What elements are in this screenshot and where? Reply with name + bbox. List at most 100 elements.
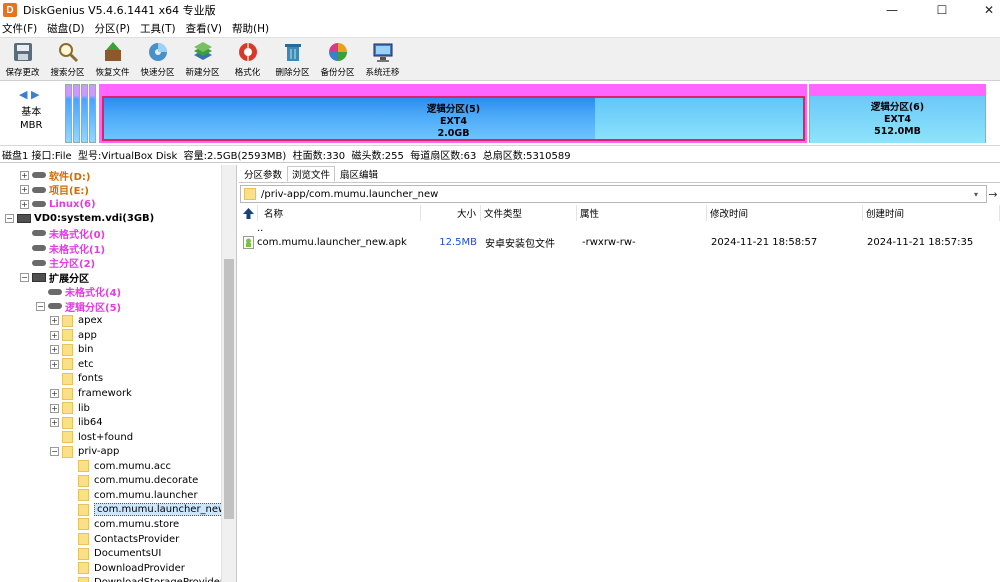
menu-view[interactable]: 查看(V) — [184, 21, 225, 36]
tab-sector-edit[interactable]: 扇区编辑 — [335, 166, 383, 182]
tree-item[interactable]: com.mumu.acc — [66, 459, 171, 474]
partition-strip[interactable] — [89, 84, 96, 143]
tree-item[interactable]: − 逻辑分区(5) — [36, 299, 121, 314]
tree-item[interactable]: + etc — [50, 357, 94, 372]
tree-item[interactable]: + Linux(6) — [20, 197, 96, 212]
tree-scroll-thumb[interactable] — [224, 259, 234, 519]
tree-item[interactable]: com.mumu.launcher_new — [66, 503, 230, 518]
column-mtime[interactable]: 修改时间 — [707, 205, 863, 221]
partition-block-main[interactable]: 逻辑分区(5) EXT4 2.0GB — [99, 84, 807, 143]
tree-item[interactable]: 未格式化(4) — [36, 284, 121, 299]
tree-item[interactable]: + apex — [50, 314, 102, 329]
tree-item-label: lib — [78, 402, 90, 414]
expand-icon[interactable]: + — [50, 345, 59, 355]
file-name[interactable]: com.mumu.launcher_new.apk — [257, 235, 407, 249]
recover-files-label: 恢复文件 — [95, 68, 130, 78]
menu-tools[interactable]: 工具(T) — [138, 21, 179, 36]
hard-disk-icon — [32, 272, 46, 282]
file-type: 安卓安装包文件 — [485, 238, 555, 250]
menu-file[interactable]: 文件(F) — [0, 21, 40, 36]
tree-item[interactable]: ContactsProvider — [66, 532, 179, 547]
tree-item[interactable]: − 扩展分区 — [20, 270, 89, 285]
save-changes-button[interactable]: 保存更改 — [0, 38, 45, 82]
partition-icon — [48, 288, 62, 295]
maximize-button[interactable]: ☐ — [919, 0, 965, 20]
menu-disk[interactable]: 磁盘(D) — [45, 21, 87, 36]
path-bar[interactable]: /priv-app/com.mumu.launcher_new ▾ — [240, 185, 987, 203]
tree-item[interactable]: DownloadProvider — [66, 561, 185, 576]
expand-icon[interactable]: + — [50, 418, 59, 428]
format-button[interactable]: 格式化 — [225, 38, 270, 82]
tree-item[interactable]: DownloadStorageProvider — [66, 575, 224, 582]
collapse-icon[interactable]: − — [36, 301, 45, 311]
minimize-button[interactable]: — — [869, 0, 915, 20]
new-partition-button[interactable]: 新建分区 — [180, 38, 225, 82]
system-migration-button[interactable]: 系统迁移 — [360, 38, 405, 82]
partition-strip[interactable] — [81, 84, 88, 143]
up-folder-button[interactable] — [240, 205, 258, 221]
go-button[interactable]: → — [986, 185, 1000, 203]
tree-item[interactable]: − priv-app — [50, 444, 119, 459]
tree-item[interactable]: 主分区(2) — [20, 255, 95, 270]
collapse-icon[interactable]: − — [20, 272, 29, 282]
partition-block-right[interactable]: 逻辑分区(6) EXT4 512.0MB — [809, 84, 986, 143]
expand-icon[interactable]: + — [50, 389, 59, 398]
expand-icon[interactable]: + — [50, 403, 59, 413]
column-ctime[interactable]: 创建时间 — [863, 205, 1000, 221]
menu-partition[interactable]: 分区(P) — [93, 21, 134, 36]
recover-files-button[interactable]: 恢复文件 — [90, 38, 135, 82]
expand-icon[interactable]: + — [20, 170, 29, 180]
tree-item[interactable]: com.mumu.decorate — [66, 474, 198, 489]
tree-item[interactable]: + lib64 — [50, 415, 103, 430]
expand-icon[interactable]: + — [20, 199, 29, 209]
tree-item-label: com.mumu.launcher — [94, 489, 198, 501]
prev-disk-arrow[interactable]: ◀ — [19, 88, 27, 101]
column-name[interactable]: 名称 — [261, 205, 421, 221]
tree-item[interactable]: DocumentsUI — [66, 546, 161, 561]
expand-icon[interactable]: + — [50, 359, 59, 369]
folder-icon — [62, 358, 73, 371]
collapse-icon[interactable]: − — [50, 447, 59, 457]
delete-partition-button[interactable]: 删除分区 — [270, 38, 315, 82]
next-disk-arrow[interactable]: ▶ — [31, 88, 39, 101]
tree-item[interactable]: + 项目(E:) — [20, 183, 89, 197]
tree-item[interactable]: fonts — [50, 372, 103, 387]
expand-icon[interactable]: + — [50, 330, 59, 340]
delete-icon — [282, 41, 304, 63]
path-input[interactable]: /priv-app/com.mumu.launcher_new — [261, 189, 974, 200]
tree-item[interactable]: − VD0:system.vdi(3GB) — [5, 212, 154, 227]
disk-map: ◀ ▶ 基本 MBR 逻辑分区(5) EXT4 2.0GB 逻辑分区(6) EX… — [0, 82, 1000, 146]
folder-icon — [62, 402, 73, 415]
tree-scrollbar[interactable] — [221, 165, 236, 582]
file-attr: -rwxrw-rw- — [582, 236, 636, 248]
file-row-parent[interactable]: .. — [257, 221, 263, 235]
tree-item[interactable]: + framework — [50, 386, 132, 401]
quick-partition-button[interactable]: 快速分区 — [135, 38, 180, 82]
tree-item[interactable]: com.mumu.launcher — [66, 488, 198, 503]
tab-partition-params[interactable]: 分区参数 — [239, 166, 287, 182]
tree-item[interactable]: + app — [50, 328, 97, 343]
tree-item[interactable]: lost+found — [50, 430, 133, 445]
tab-browse-files[interactable]: 浏览文件 — [287, 166, 336, 182]
chevron-down-icon[interactable]: ▾ — [974, 190, 986, 199]
search-partition-button[interactable]: 搜索分区 — [45, 38, 90, 82]
tree-item[interactable]: com.mumu.store — [66, 517, 179, 532]
menu-help[interactable]: 帮助(H) — [230, 21, 272, 36]
column-type[interactable]: 文件类型 — [481, 205, 577, 221]
tree-item-label: fonts — [78, 373, 104, 385]
partition-strip[interactable] — [65, 84, 72, 143]
expand-icon[interactable]: + — [50, 316, 59, 326]
tree-item[interactable]: 未格式化(0) — [20, 226, 105, 241]
tree-item[interactable]: 未格式化(1) — [20, 241, 105, 256]
collapse-icon[interactable]: − — [5, 214, 14, 224]
file-mtime: 2024-11-21 18:58:57 — [711, 236, 818, 248]
close-button[interactable]: ✕ — [966, 0, 1000, 20]
tree-item[interactable]: + 软件(D:) — [20, 168, 90, 183]
tree-item[interactable]: + bin — [50, 343, 93, 358]
partition-strip[interactable] — [73, 84, 80, 143]
column-size[interactable]: 大小 — [421, 205, 481, 221]
backup-partition-button[interactable]: 备份分区 — [315, 38, 360, 82]
expand-icon[interactable]: + — [20, 185, 29, 195]
column-attr[interactable]: 属性 — [577, 205, 707, 221]
tree-item[interactable]: + lib — [50, 401, 90, 416]
